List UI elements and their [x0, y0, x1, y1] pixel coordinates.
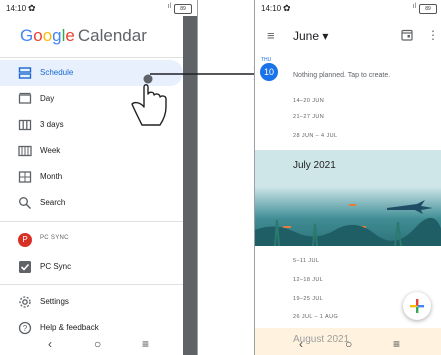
more-vert-icon[interactable]: ⋮: [427, 28, 439, 42]
week-icon: [18, 144, 32, 158]
plus-icon: [403, 294, 431, 320]
nav-item-search[interactable]: Search: [0, 190, 183, 216]
account-header[interactable]: P PC SYNC: [0, 227, 183, 253]
nav-label: Day: [40, 94, 55, 103]
back-button[interactable]: ‹: [48, 337, 52, 351]
settings-status-icon: ✿: [283, 3, 291, 13]
arrow-icon: [150, 67, 268, 81]
avatar: P: [18, 233, 32, 247]
svg-text:?: ?: [23, 324, 28, 333]
underwater-illustration: [255, 200, 441, 247]
status-time: 14:10: [261, 4, 282, 13]
nav-label: Help & feedback: [40, 323, 99, 332]
home-button[interactable]: ○: [345, 337, 352, 351]
checkbox-checked-icon[interactable]: [18, 260, 32, 274]
google-calendar-logo: Google Calendar: [20, 26, 147, 45]
nav-label: Search: [40, 198, 66, 207]
month-icon: [18, 170, 32, 184]
system-nav-bar: ‹ ○ ≡: [255, 333, 441, 355]
battery-icon: 89: [419, 4, 437, 14]
calendar-item-pc-sync[interactable]: PC Sync: [0, 254, 183, 280]
week-label: 12–18 JUL: [293, 277, 324, 283]
month-dropdown[interactable]: June ▾: [293, 29, 328, 43]
month-banner-illustration: [255, 150, 441, 247]
empty-day-prompt[interactable]: Nothing planned. Tap to create.: [293, 72, 390, 79]
account-label: PC SYNC: [40, 235, 69, 241]
back-button[interactable]: ‹: [299, 337, 303, 351]
nav-label: Settings: [40, 297, 69, 306]
week-label: 28 JUN – 4 JUL: [293, 133, 338, 139]
recents-button[interactable]: ≡: [393, 337, 400, 351]
nav-item-settings[interactable]: Settings: [0, 289, 183, 315]
menu-icon[interactable]: ≡: [267, 28, 275, 43]
schedule-screen: 14:10 ✿ ıl 89 ≡ June ▾ ⋮ THU 10 Nothing …: [254, 0, 441, 355]
settings-icon: [18, 295, 32, 309]
battery-icon: 89: [174, 4, 192, 14]
nav-label: Schedule: [40, 68, 74, 77]
week-label: 5–11 JUL: [293, 258, 320, 264]
nav-label: Week: [40, 146, 61, 155]
status-bar: 14:10 ✿ ıl 89: [0, 0, 197, 16]
signal-icon: ıl: [412, 3, 417, 10]
settings-status-icon: ✿: [28, 3, 36, 13]
nav-label: Month: [40, 172, 63, 181]
nav-item-week[interactable]: Week: [0, 138, 183, 164]
schedule-icon: [18, 66, 32, 80]
divider: [0, 221, 183, 222]
today-date[interactable]: 10: [260, 63, 278, 81]
week-label: 19–25 JUL: [293, 296, 324, 302]
three-days-icon: [18, 118, 32, 132]
system-nav-bar: ‹ ○ ≡: [0, 333, 197, 355]
recents-button[interactable]: ≡: [142, 337, 149, 351]
day-icon: [18, 92, 32, 106]
nav-item-month[interactable]: Month: [0, 164, 183, 190]
drawer-screen: 14:10 ✿ ıl 89 Google Calendar Schedule Da…: [0, 0, 198, 355]
month-banner-title: July 2021: [293, 160, 336, 171]
divider: [0, 57, 183, 58]
status-bar: 14:10 ✿ ıl 89: [255, 0, 441, 16]
week-label: 14–20 JUN: [293, 98, 325, 104]
home-button[interactable]: ○: [94, 337, 101, 351]
calendar-name: PC Sync: [40, 262, 72, 271]
nav-label: 3 days: [40, 120, 64, 129]
search-icon: [18, 196, 32, 210]
signal-icon: ıl: [167, 3, 172, 10]
status-time: 14:10: [6, 4, 27, 13]
week-label: 26 JUL – 1 AUG: [293, 314, 339, 320]
week-label: 21–27 JUN: [293, 114, 325, 120]
calendar-today-icon[interactable]: [401, 29, 413, 41]
create-event-button[interactable]: [403, 292, 431, 320]
divider: [0, 284, 183, 285]
